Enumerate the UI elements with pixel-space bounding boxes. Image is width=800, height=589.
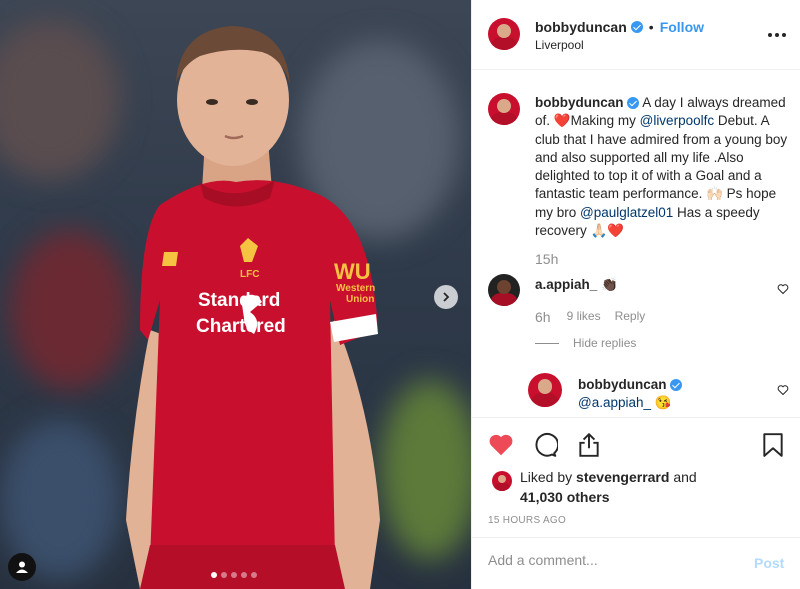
commenter-avatar[interactable] — [488, 274, 520, 306]
shirt-badge-text: LFC — [240, 269, 259, 280]
caption-author-avatar[interactable] — [488, 93, 520, 125]
comment-likes-count[interactable]: 9 likes — [567, 309, 601, 325]
mention-link[interactable]: @liverpoolfc — [640, 113, 714, 128]
player-figure: Standard Chartered LFC WU Western Union — [126, 26, 380, 589]
post-comment-button[interactable]: Post — [754, 555, 784, 571]
verified-badge-icon — [630, 21, 643, 33]
comment-icon[interactable] — [532, 432, 558, 458]
mention-link[interactable]: @paulglatzel01 — [580, 205, 673, 220]
add-comment-input[interactable] — [488, 552, 728, 568]
comment-like-heart-icon[interactable] — [777, 283, 789, 295]
reply-username[interactable]: bobbyduncan — [578, 377, 667, 392]
comment: a.appiah_ 👏🏿 — [535, 277, 618, 293]
carousel-dot — [241, 572, 247, 578]
nb-logo-icon — [162, 252, 178, 266]
more-dot-icon — [782, 33, 786, 37]
liker-username[interactable]: stevengerrard — [576, 469, 669, 485]
carousel-indicator — [211, 572, 257, 578]
comment-meta: 6h 9 likes Reply — [535, 309, 645, 325]
sleeve-text-line1: Western — [336, 283, 375, 294]
heart-emoji: ❤️ — [553, 113, 571, 129]
author-line: bobbyduncan • Follow — [535, 19, 704, 35]
likes-count-link[interactable]: 41,030 others — [520, 489, 610, 505]
separator-bullet: • — [648, 19, 654, 35]
more-dot-icon — [775, 33, 779, 37]
caption-username[interactable]: bobbyduncan — [535, 95, 624, 110]
follow-button[interactable]: Follow — [660, 19, 704, 35]
sleeve-text-line2: Union — [346, 294, 374, 305]
author-avatar[interactable] — [488, 18, 520, 50]
post-actions: Liked by stevengerrard and 41,030 others… — [472, 417, 800, 537]
share-icon[interactable] — [576, 432, 602, 458]
likes-summary: Liked by stevengerrard and 41,030 others — [520, 468, 770, 507]
hide-replies-label: Hide replies — [573, 336, 637, 350]
verified-badge-icon — [627, 97, 640, 110]
mention-link[interactable]: @a.appiah_ — [578, 395, 651, 410]
next-photo-button[interactable] — [434, 285, 458, 309]
liked-by-label: Liked by — [520, 469, 573, 485]
author-username[interactable]: bobbyduncan — [535, 19, 627, 35]
caption-timestamp[interactable]: 15h — [535, 251, 558, 267]
liker-avatar[interactable] — [492, 471, 512, 491]
kiss-emoji: 😘 — [654, 395, 672, 411]
pray-emoji: 🙏🏻 — [590, 223, 608, 239]
carousel-dot — [211, 572, 217, 578]
post-side-panel: bobbyduncan • Follow Liverpool bobbydunc… — [471, 0, 800, 589]
caption-text: Making my — [570, 113, 640, 129]
carousel-dot — [221, 572, 227, 578]
heart-emoji: ❤️ — [607, 223, 625, 239]
shirt-sponsor-line2: Chartered — [196, 316, 286, 337]
clap-emoji: 👏🏿 — [601, 277, 618, 292]
carousel-dot — [251, 572, 257, 578]
comment-timestamp[interactable]: 6h — [535, 309, 551, 325]
reply-author-avatar[interactable] — [528, 373, 562, 407]
post-header: bobbyduncan • Follow Liverpool — [472, 0, 800, 70]
hide-replies-button[interactable]: Hide replies — [535, 336, 636, 350]
shirt-sponsor-line1: Standard — [198, 290, 280, 311]
sleeve-logo-text: WU — [334, 259, 371, 284]
reply-comment: bobbyduncan @a.appiah_ 😘 — [578, 376, 683, 413]
more-dot-icon — [768, 33, 772, 37]
person-icon — [16, 561, 28, 573]
verified-badge-icon — [670, 379, 683, 392]
more-options-button[interactable] — [768, 33, 786, 37]
tagged-users-button[interactable] — [8, 553, 36, 581]
like-heart-icon[interactable] — [488, 432, 514, 458]
comments-list[interactable]: bobbyduncan A day I always dreamed of. ❤… — [472, 71, 800, 417]
post-caption: bobbyduncan A day I always dreamed of. ❤… — [535, 94, 791, 240]
bookmark-icon[interactable] — [761, 432, 785, 458]
instagram-post: Standard Chartered LFC WU Western Union — [0, 0, 800, 589]
and-label: and — [673, 469, 697, 485]
post-timestamp[interactable]: 15 HOURS AGO — [488, 515, 566, 526]
reply-like-heart-icon[interactable] — [777, 384, 789, 396]
raised-hands-emoji: 🙌🏻 — [706, 186, 723, 202]
add-comment-bar: Post — [472, 537, 800, 589]
reply-button[interactable]: Reply — [615, 309, 646, 325]
carousel-dot — [231, 572, 237, 578]
comment-username[interactable]: a.appiah_ — [535, 277, 597, 292]
location-link[interactable]: Liverpool — [535, 38, 584, 52]
post-photo[interactable]: Standard Chartered LFC WU Western Union — [0, 0, 471, 589]
chevron-right-icon — [443, 292, 450, 302]
